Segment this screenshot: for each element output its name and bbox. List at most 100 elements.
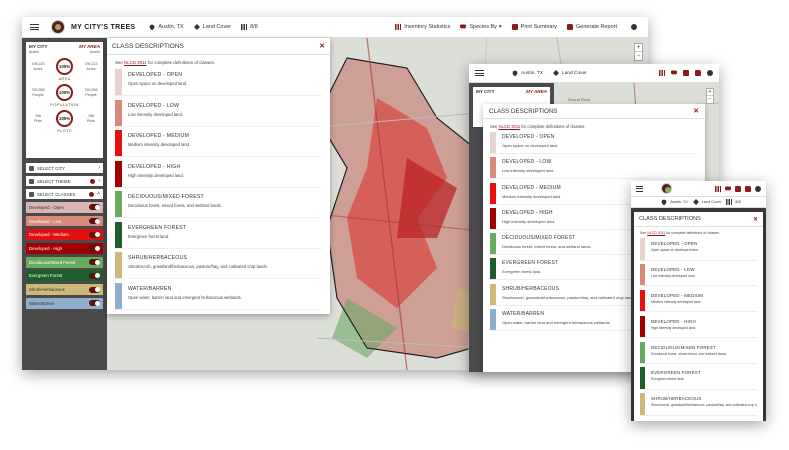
- note-suffix: for complete definitions of classes.: [147, 60, 216, 65]
- class-toggle-list: Developed - Open Developed - Low Developed…: [26, 202, 103, 309]
- plots-city-unit: Plots: [34, 118, 42, 123]
- panel-note: See NLCD 2011 for complete definitions o…: [634, 227, 763, 238]
- layers-icon: [553, 70, 560, 76]
- class-description: Open space on developed land.: [128, 81, 188, 86]
- class-entries: DEVELOPED - OPEN Open space on developed …: [107, 69, 330, 310]
- zoom-out-button[interactable]: −: [635, 52, 642, 60]
- class-entry: EVERGREEN FOREST Evergreen forest land.: [640, 367, 757, 390]
- select-city-button[interactable]: SELECT CITY ›: [26, 163, 103, 173]
- select-classes-button[interactable]: SELECT CLASSES ˄: [26, 189, 103, 199]
- class-entry: DEVELOPED - OPEN Open space on developed …: [640, 238, 757, 261]
- generate-report-button[interactable]: Generate Report: [567, 24, 617, 30]
- inventory-statistics-label: Inventory Statistics: [404, 24, 451, 30]
- zoom-in-button[interactable]: +: [635, 44, 642, 52]
- help-button[interactable]: [631, 24, 640, 30]
- classes-count[interactable]: 8/8: [726, 199, 741, 205]
- area-stat: 195,223 Acres 100% 195,223 Acres: [26, 58, 103, 75]
- print-icon[interactable]: [735, 185, 741, 192]
- class-entry: EVERGREEN FOREST Evergreen forest land.: [115, 221, 322, 249]
- class-toggle-row[interactable]: Evergreen Forest: [26, 270, 103, 282]
- layer-selector[interactable]: Land Cover: [193, 24, 231, 30]
- class-entry: DEVELOPED - MEDIUM Medium intensity devel…: [640, 289, 757, 313]
- report-icon[interactable]: [695, 70, 701, 76]
- generate-report-label: Generate Report: [576, 24, 617, 30]
- class-description: Shrub/scrub, grassland/herbaceous, pastu…: [651, 403, 757, 408]
- toggle-switch[interactable]: [89, 204, 100, 211]
- class-name: DECIDUOUS/MIXED FOREST: [128, 194, 204, 200]
- location-pin-icon: [29, 165, 34, 171]
- area-city-value: 195,223: [31, 62, 45, 67]
- class-entry: DEVELOPED - LOW Low intensity developed l…: [490, 157, 698, 180]
- help-icon[interactable]: [755, 185, 761, 192]
- toggle-switch[interactable]: [89, 286, 100, 293]
- nlcd-link[interactable]: NLCD 2011: [647, 231, 665, 235]
- city-selector[interactable]: Austin, TX: [511, 69, 543, 77]
- class-description: Medium intensity developed land.: [651, 299, 702, 304]
- class-toggle-label: Water/Barren: [29, 300, 55, 306]
- class-name: DEVELOPED - OPEN: [502, 134, 555, 140]
- panel-note: See NLCD 2011 for complete definitions o…: [483, 119, 705, 132]
- class-toggle-label: Shrub/Herbaceous: [29, 287, 65, 293]
- city-selector[interactable]: Austin, TX: [148, 23, 184, 31]
- layer-selector[interactable]: Land Cover: [553, 70, 587, 76]
- class-entries: DEVELOPED - OPEN Open space on developed …: [634, 238, 763, 416]
- classes-count[interactable]: 8/8: [241, 24, 258, 30]
- bar-chart-icon[interactable]: [715, 185, 721, 192]
- map-place-label: Round Rock: [568, 97, 591, 102]
- bar-chart-icon[interactable]: [659, 70, 665, 76]
- species-by-button[interactable]: Species By ▾: [460, 24, 502, 30]
- toggle-switch[interactable]: [89, 259, 100, 266]
- report-icon[interactable]: [745, 185, 751, 192]
- class-toggle-row[interactable]: Developed - Low: [26, 215, 103, 227]
- close-icon[interactable]: ✕: [693, 107, 699, 115]
- toggle-switch[interactable]: [89, 300, 100, 307]
- class-description: Shrub/scrub, grassland/herbaceous, pastu…: [128, 264, 268, 269]
- app-logo-icon: [51, 20, 65, 34]
- toggle-switch[interactable]: [89, 245, 100, 252]
- class-name: DEVELOPED - OPEN: [651, 241, 698, 246]
- class-descriptions-panel: CLASS DESCRIPTIONS ✕ See NLCD 2011 for c…: [634, 212, 763, 421]
- class-toggle-row[interactable]: Developed - High: [26, 243, 103, 254]
- nlcd-link[interactable]: NLCD 2011: [499, 124, 521, 129]
- class-toggle-row[interactable]: Shrub/Herbaceous: [26, 284, 103, 295]
- classes-count-label: 8/8: [250, 24, 258, 30]
- chevron-up-icon: ˄: [97, 191, 100, 197]
- help-icon[interactable]: [707, 70, 713, 76]
- trees-icon[interactable]: [671, 70, 677, 76]
- plots-area-unit: Plots: [87, 118, 95, 123]
- toggle-switch[interactable]: [89, 231, 100, 238]
- class-color-swatch: [115, 252, 122, 278]
- class-description: Open space on developed land.: [651, 248, 699, 252]
- note-suffix: for complete definitions of classes.: [666, 231, 720, 235]
- close-icon[interactable]: ✕: [753, 216, 758, 223]
- classes-icon: [726, 199, 733, 205]
- print-summary-button[interactable]: Print Summary: [511, 24, 557, 30]
- plots-percent-circle: 100%: [56, 110, 73, 127]
- class-toggle-row[interactable]: Deciduous/Mixed Forest: [26, 256, 103, 268]
- class-toggle-row[interactable]: Water/Barren: [26, 297, 103, 309]
- menu-icon[interactable]: [475, 70, 484, 76]
- toggle-switch[interactable]: [89, 218, 100, 225]
- class-toggle-row[interactable]: Developed - Open: [26, 202, 103, 213]
- layer-selector[interactable]: Land Cover: [692, 199, 721, 205]
- phone-window: Austin, TX Land Cover 8/8 CLASS DESCRIPT…: [631, 181, 766, 421]
- population-percent-circle: 100%: [56, 84, 73, 101]
- layers-icon: [29, 178, 34, 184]
- toggle-switch[interactable]: [89, 272, 100, 279]
- nlcd-link[interactable]: NLCD 2011: [124, 60, 147, 65]
- menu-icon[interactable]: [30, 24, 39, 30]
- class-toggle-label: Developed - Open: [29, 204, 64, 210]
- city-selector[interactable]: Austin, TX: [660, 198, 688, 206]
- class-toggle-row[interactable]: Developed - Medium: [26, 229, 103, 241]
- zoom-in-button[interactable]: +: [707, 89, 713, 96]
- close-icon[interactable]: ✕: [319, 42, 325, 50]
- zoom-out-button[interactable]: −: [707, 96, 713, 103]
- class-toggle-label: Developed - High: [29, 245, 63, 251]
- my-area-label: MY AREA: [526, 89, 547, 94]
- menu-icon[interactable]: [636, 185, 643, 192]
- select-theme-button[interactable]: SELECT THEME ›: [26, 176, 103, 186]
- print-icon[interactable]: [683, 70, 689, 76]
- inventory-statistics-button[interactable]: Inventory Statistics: [395, 24, 450, 30]
- area-name: Austin: [90, 50, 100, 54]
- trees-icon[interactable]: [725, 185, 731, 192]
